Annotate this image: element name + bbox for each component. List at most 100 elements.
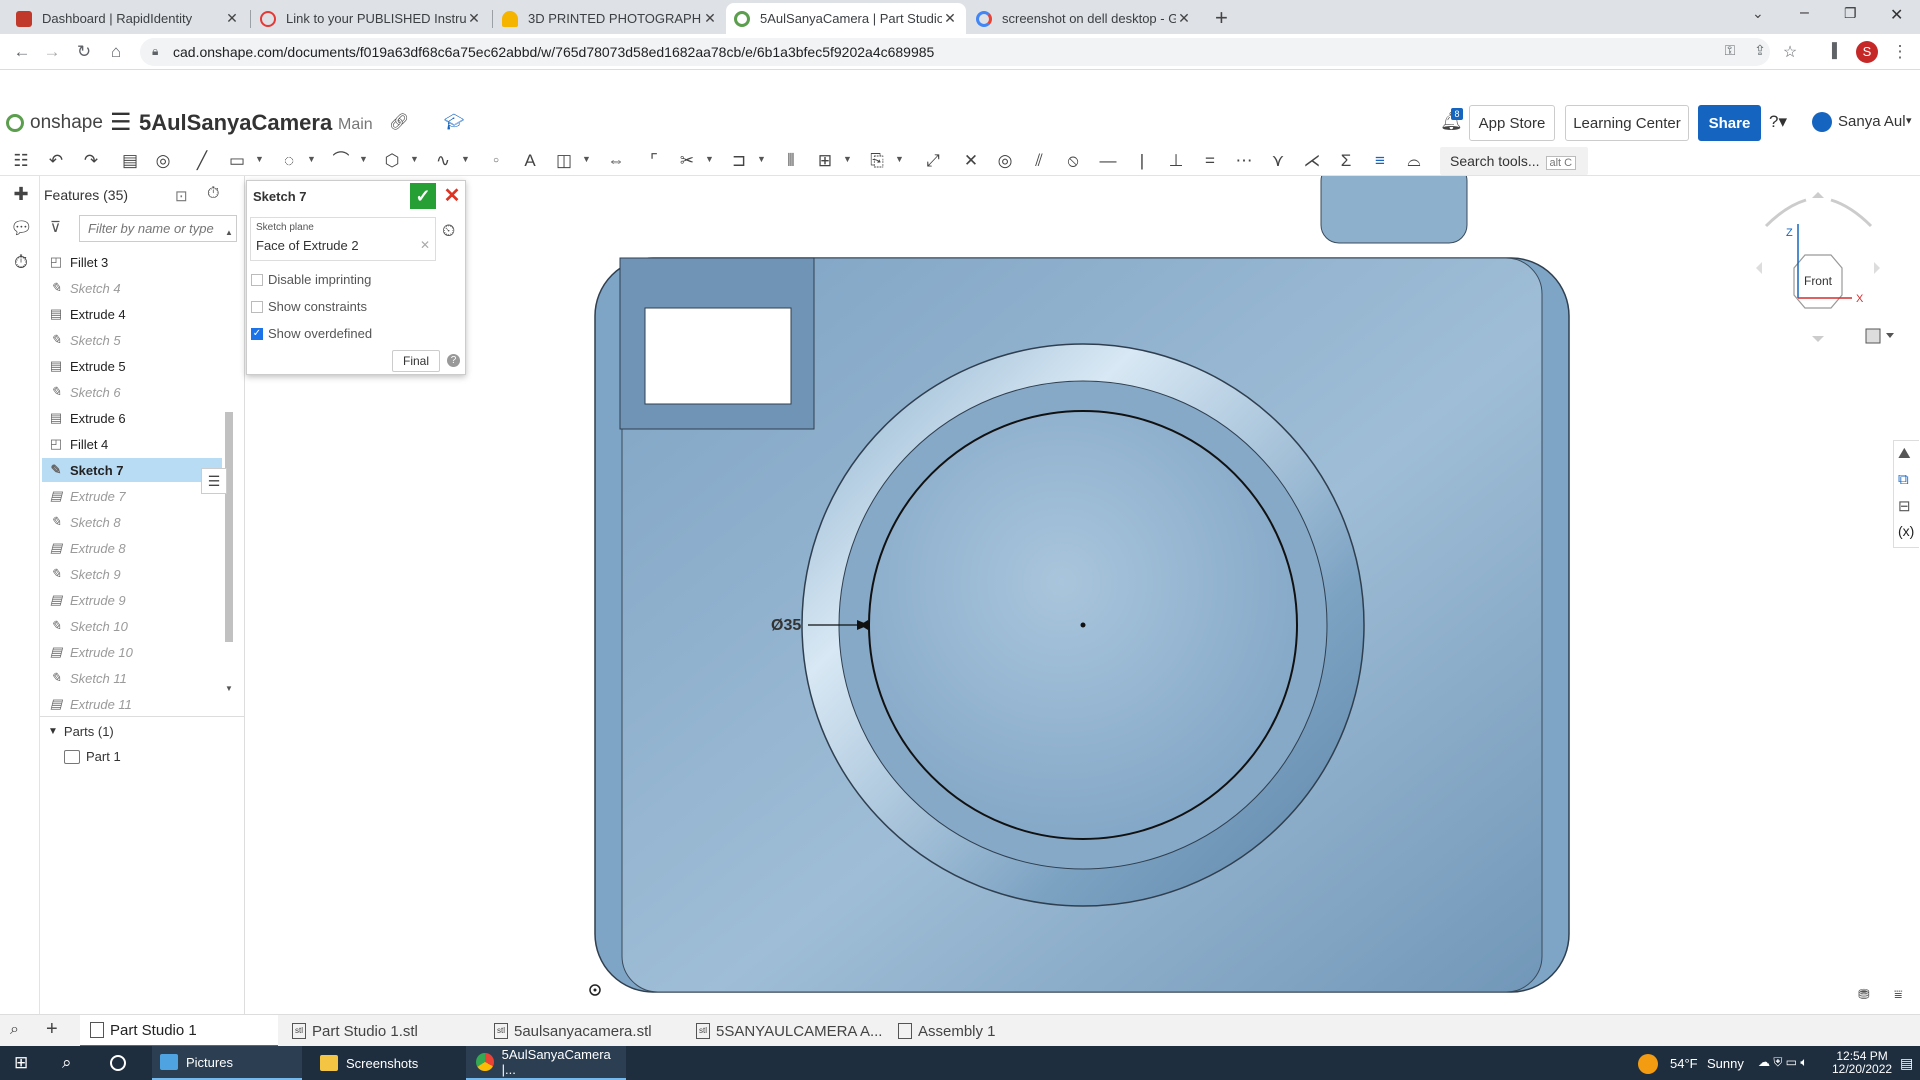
variables-icon[interactable]: (x) (1898, 523, 1914, 539)
spline-tool-icon[interactable]: ∿ (432, 150, 454, 172)
help-icon[interactable]: ?▾ (1769, 112, 1787, 132)
link-icon[interactable]: 🔗︎ (389, 112, 409, 132)
insert-new-tab-icon[interactable]: + (46, 1018, 58, 1041)
tab-search-chevron-icon[interactable]: ⌄ (1752, 5, 1764, 22)
close-tab-icon[interactable]: ✕ (702, 10, 718, 27)
dimension-label[interactable]: Ø35 (771, 617, 801, 634)
browser-tab-dashboard[interactable]: Dashboard | RapidIdentity ✕ (8, 3, 248, 34)
feature-item[interactable]: ✎ Sketch 10 (42, 614, 222, 638)
user-avatar-icon[interactable] (1812, 112, 1832, 132)
taskbar-screenshots[interactable]: Screenshots (312, 1046, 462, 1080)
close-tab-icon[interactable]: ✕ (942, 10, 958, 27)
undo-icon[interactable]: ↶ (45, 150, 67, 172)
history-clock-icon[interactable]: ⏲︎ (442, 221, 455, 241)
key-icon[interactable]: ⚿ (1720, 42, 1740, 59)
feature-list-expand-icon[interactable]: ☰ (201, 468, 227, 494)
circle-tool-icon[interactable]: ◌ (278, 150, 300, 172)
tab-part-studio-1[interactable]: Part Studio 1 (80, 1015, 278, 1047)
rectangle-tool-icon[interactable]: ▭ (226, 150, 248, 172)
text-tool-icon[interactable]: A (519, 150, 541, 172)
browser-tab-instructables[interactable]: Link to your PUBLISHED Instructa ✕ (252, 3, 490, 34)
start-windows-icon[interactable]: ⊞ (14, 1046, 28, 1080)
transform-icon[interactable]: ⤢ (922, 150, 944, 172)
document-menu-icon[interactable]: ☰ (110, 108, 132, 137)
feature-item[interactable]: ✎ Sketch 4 (42, 276, 222, 300)
user-name[interactable]: Sanya Aul (1838, 113, 1906, 130)
arc-dropdown-icon[interactable]: ▼ (359, 154, 368, 164)
concentric-constraint-icon[interactable]: ◎ (994, 150, 1016, 172)
trim-dropdown-icon[interactable]: ▼ (705, 154, 714, 164)
system-tray-icons[interactable]: ☁ ⛨ ▭ 🔈︎ (1758, 1055, 1808, 1070)
feature-filter-input[interactable] (79, 215, 237, 242)
feature-item[interactable]: ✎ Sketch 9 (42, 562, 222, 586)
profile-avatar[interactable]: S (1856, 41, 1878, 63)
dimension-icon[interactable]: ⇔ (605, 150, 627, 172)
tangent-constraint-icon[interactable]: ⦸ (1062, 150, 1084, 172)
branch-name[interactable]: Main (338, 116, 373, 134)
browser-tab-photographer[interactable]: 3D PRINTED PHOTOGRAPHER TR ✕ (494, 3, 726, 34)
feature-item[interactable]: ✎ Sketch 7 (42, 458, 222, 482)
render-mode-icon[interactable]: ⛃ (1858, 986, 1870, 1003)
side-panel-icon[interactable]: ▐ (1822, 42, 1842, 58)
cancel-x-button[interactable]: ✕ (440, 183, 464, 209)
url-field[interactable]: 🔒︎ cad.onshape.com/documents/f019a63df68… (140, 38, 1770, 66)
fillet-sketch-icon[interactable]: ⌜ (643, 150, 665, 172)
arc-tool-icon[interactable]: ⌒ (330, 150, 352, 172)
sketch-icon[interactable]: ▤ (119, 150, 141, 172)
restore-window-icon[interactable]: ❐ (1844, 5, 1857, 22)
point-tool-icon[interactable]: ○ (485, 150, 507, 172)
share-page-icon[interactable]: ⇪ (1750, 42, 1770, 59)
browser-menu-icon[interactable]: ⋮ (1890, 42, 1910, 62)
fix-constraint-icon[interactable]: ≡ (1369, 150, 1391, 172)
tab-camera-stl[interactable]: stl 5aulsanyacamera.stl (484, 1015, 682, 1047)
polygon-tool-icon[interactable]: ⬡ (381, 150, 403, 172)
browser-tab-onshape[interactable]: 5AulSanyaCamera | Part Studio 1 ✕ (726, 3, 966, 34)
bookmark-star-icon[interactable]: ☆ (1780, 42, 1800, 62)
feature-item[interactable]: ▤ Extrude 5 (42, 354, 222, 378)
parts-panel-icon[interactable]: ⧉ (1898, 471, 1909, 488)
close-window-icon[interactable]: ✕ (1890, 5, 1903, 25)
accept-checkmark-button[interactable]: ✓ (410, 183, 436, 209)
construction-dropdown-icon[interactable]: ▼ (582, 154, 591, 164)
horizontal-constraint-icon[interactable]: — (1097, 150, 1119, 172)
search-tools-field[interactable]: Search tools... alt C (1440, 147, 1588, 175)
trim-icon[interactable]: ✂ (676, 150, 698, 172)
part-list-item[interactable]: Part 1 (64, 749, 121, 764)
spline-dropdown-icon[interactable]: ▼ (461, 154, 470, 164)
sketch-plane-field[interactable]: Sketch plane Face of Extrude 2 ✕ (250, 217, 436, 261)
feature-item[interactable]: ✎ Sketch 11 (42, 666, 222, 690)
mirror-icon[interactable]: ⫴ (780, 150, 802, 172)
tab-assembly-1[interactable]: Assembly 1 (888, 1015, 1086, 1047)
new-tab-icon[interactable]: + (1215, 5, 1228, 31)
home-icon[interactable]: ⌂ (106, 42, 126, 62)
scrollbar-thumb[interactable] (225, 412, 233, 642)
feature-item[interactable]: ▤ Extrude 4 (42, 302, 222, 326)
feature-item[interactable]: ◰ Fillet 4 (42, 432, 222, 456)
app-store-button[interactable]: App Store (1469, 105, 1555, 141)
close-tab-icon[interactable]: ✕ (466, 10, 482, 27)
forward-arrow-icon[interactable]: → (42, 42, 62, 62)
browser-tab-google[interactable]: screenshot on dell desktop - Goo ✕ (968, 3, 1200, 34)
feature-item[interactable]: ▤ Extrude 10 (42, 640, 222, 664)
learning-center-button[interactable]: Learning Center (1565, 105, 1689, 141)
tab-camera-assembly-stl[interactable]: stl 5SANYAULCAMERA A... (686, 1015, 884, 1047)
coincident-constraint-icon[interactable]: ✕ (960, 150, 982, 172)
view-mode-cube-icon[interactable] (1865, 328, 1894, 344)
normal-constraint-icon[interactable]: ⋎ (1267, 150, 1289, 172)
feature-item[interactable]: ▤ Extrude 9 (42, 588, 222, 612)
section-view-icon[interactable]: ⩸ (1894, 986, 1903, 1003)
symmetric-constraint-icon[interactable]: Σ (1335, 150, 1357, 172)
feature-list-toggle-icon[interactable]: ☷ (10, 150, 32, 172)
show-overdefined-checkbox[interactable]: ✓ Show overdefined (251, 326, 372, 341)
parts-section[interactable]: ▼ Parts (1) (48, 724, 114, 739)
minimize-window-icon[interactable]: – (1800, 4, 1809, 22)
notification-center-icon[interactable]: ▤ (1900, 1055, 1913, 1072)
offset-dropdown-icon[interactable]: ▼ (757, 154, 766, 164)
feature-item[interactable]: ▤ Extrude 6 (42, 406, 222, 430)
clear-selection-icon[interactable]: ✕ (420, 238, 430, 252)
pattern-icon[interactable]: ⊞ (814, 150, 836, 172)
weather-temp[interactable]: 54°F (1670, 1056, 1698, 1071)
taskbar-chrome[interactable]: 5AulSanyaCamera |... (466, 1046, 626, 1080)
lens-center-point[interactable] (1080, 622, 1086, 628)
user-menu-chevron-icon[interactable]: ▾ (1906, 114, 1912, 127)
